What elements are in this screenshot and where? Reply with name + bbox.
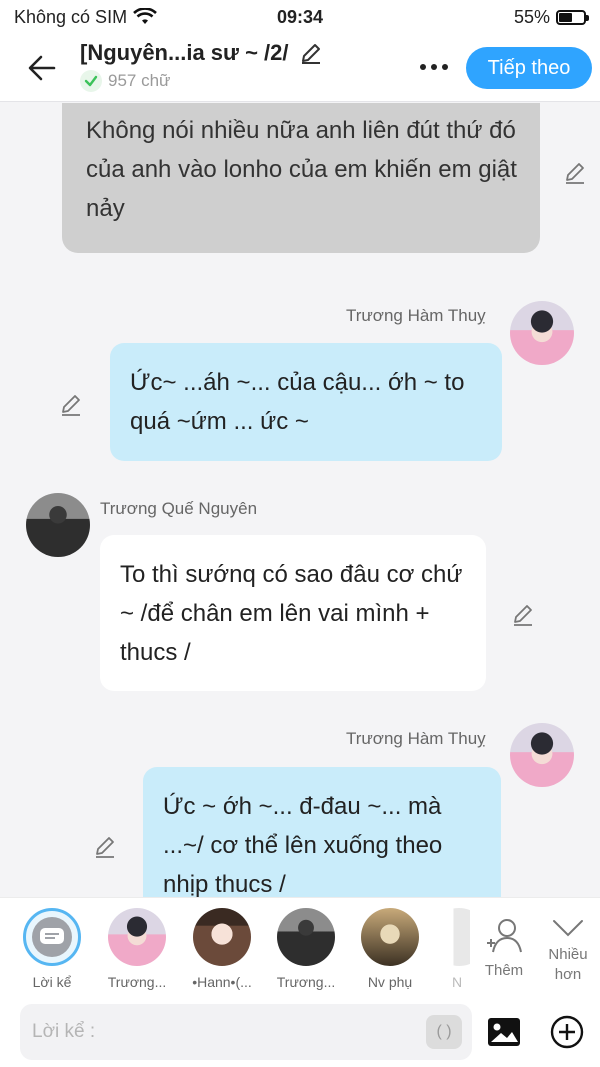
dot [431,64,437,70]
sender-name: Trương Hàm Thuỵ [346,306,486,325]
composer-panel: Lời kể Trương... •Hann•(... Trương... Nv… [0,897,600,1067]
chat-area[interactable]: Không nói nhiều nữa anh liên đút thứ đó … [0,103,600,897]
avatar [277,908,335,966]
narrator-avatar [23,908,81,966]
word-count: 957 chữ [108,71,171,90]
edit-icon[interactable] [562,159,588,185]
avatar[interactable] [510,301,574,365]
message-text: To thì sướnq có sao đâu cơ chứ ~ /để châ… [120,561,463,666]
avatar[interactable] [26,493,90,557]
battery-percent: 55% [513,6,550,27]
bracket-button[interactable]: ( ) [426,1015,462,1049]
avatar [430,908,470,966]
avatar [193,908,251,966]
pencil-icon[interactable] [299,41,323,65]
dot [442,64,448,70]
add-character-button[interactable]: Thêm [480,916,528,981]
character-item[interactable]: N [430,908,470,990]
narration-input-row: ( ) [20,1004,472,1060]
avatar [108,908,166,966]
sender-name: Trương Hàm Thuỵ [346,729,486,748]
next-button[interactable]: Tiếp theo [466,47,592,89]
message-bubble[interactable]: To thì sướnq có sao đâu cơ chứ ~ /để châ… [100,535,486,691]
word-count-row: 957 chữ [80,70,323,92]
add-label: Thêm [484,962,524,979]
character-label: Nv phụ [367,974,413,990]
character-label: Trương... [276,974,336,990]
edit-icon[interactable] [92,833,118,859]
status-left: Không có SIM [14,7,157,28]
character-item[interactable]: •Hann•(... [182,908,262,990]
plus-circle-icon[interactable] [550,1015,584,1049]
edit-icon[interactable] [510,601,536,627]
character-label: Lời kể [32,974,72,990]
check-icon [80,70,102,92]
wifi-icon [133,8,157,24]
more-label: Nhiều hơn [548,946,588,983]
chapter-title: [Nguyên...ia sư ~ /2/ [80,40,289,65]
chevron-down-icon [553,920,583,937]
add-person-icon [487,919,522,953]
sender-name: Trương Quế Nguyên [100,499,258,518]
narration-input[interactable] [32,1014,412,1050]
chapter-header: [Nguyên...ia sư ~ /2/ 957 chữ Tiếp theo [0,34,600,102]
back-button[interactable] [22,48,62,88]
battery-level-fill [559,12,572,22]
edit-icon[interactable] [58,391,84,417]
character-item[interactable]: Trương... [266,908,346,990]
character-label: N [452,974,463,990]
message-text: Ức ~ ớh ~... đ-đau ~... mà ...~/ cơ thể … [163,793,443,897]
status-right: 55% [513,6,589,28]
title-area[interactable]: [Nguyên...ia sư ~ /2/ 957 chữ [80,40,323,92]
more-options-icon[interactable] [412,52,456,82]
battery-icon [556,9,589,25]
character-label: Trương... [107,974,167,990]
character-item[interactable]: Trương... [97,908,177,990]
image-icon[interactable] [486,1015,522,1049]
dot [420,64,426,70]
chapter-title-row: [Nguyên...ia sư ~ /2/ [80,40,323,66]
chat-bubble-icon [32,917,72,957]
more-characters-button[interactable]: Nhiều hơn [536,916,600,985]
message-text: Ức~ ...áh ~... của cậu... ớh ~ to quá ~ứ… [130,369,465,435]
character-narrator[interactable]: Lời kể [12,908,92,990]
avatar[interactable] [510,723,574,787]
status-bar: Không có SIM 09:34 55% [0,0,600,34]
message-bubble[interactable]: Ức ~ ớh ~... đ-đau ~... mà ...~/ cơ thể … [143,767,501,897]
character-label: •Hann•(... [192,974,252,990]
character-item[interactable]: Nv phụ [350,908,430,990]
avatar [361,908,419,966]
narration-bubble[interactable]: Không nói nhiều nữa anh liên đút thứ đó … [62,103,540,253]
message-bubble[interactable]: Ức~ ...áh ~... của cậu... ớh ~ to quá ~ứ… [110,343,502,461]
carrier-label: Không có SIM [14,6,128,27]
back-arrow-icon [28,55,56,81]
message-text: Không nói nhiều nữa anh liên đút thứ đó … [86,117,517,222]
